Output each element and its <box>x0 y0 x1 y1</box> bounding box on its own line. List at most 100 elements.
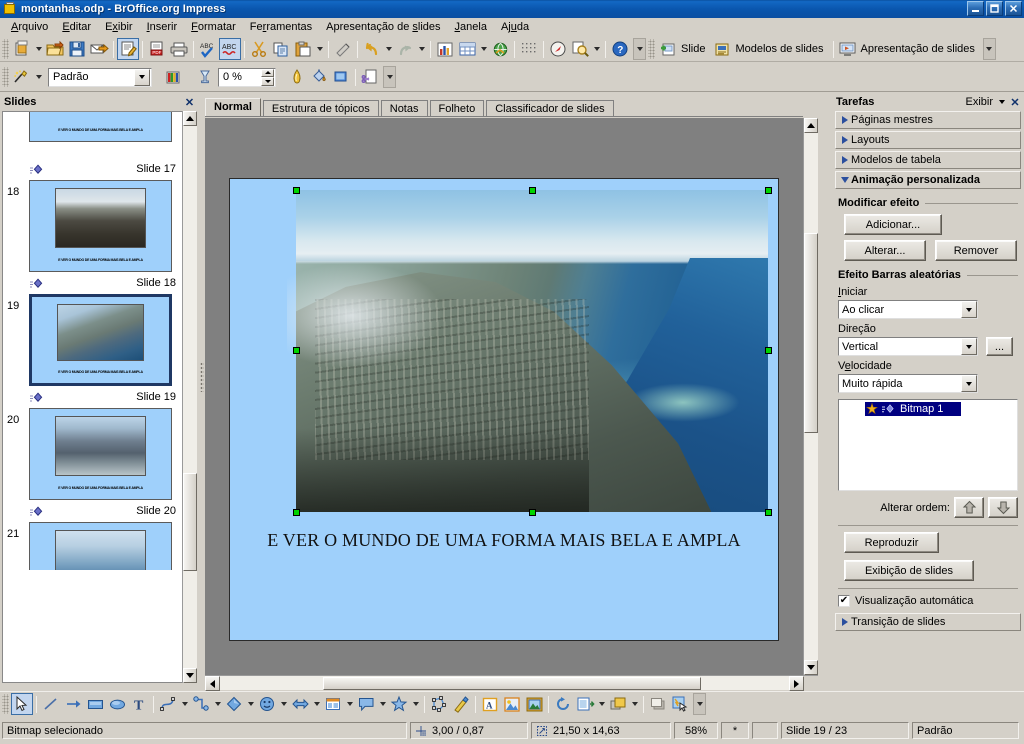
list-item[interactable]: 21 <box>3 522 179 570</box>
help-icon[interactable]: ? <box>609 38 631 60</box>
arrange-dropdown-icon[interactable] <box>629 693 640 715</box>
canvas-scroll-down-icon[interactable] <box>804 660 818 675</box>
canvas-scroll-left-icon[interactable] <box>205 676 220 691</box>
selection-handle-middle-right[interactable] <box>765 347 772 354</box>
menu-ferramentas[interactable]: Ferramentas <box>243 19 319 35</box>
tab-notas[interactable]: Notas <box>380 100 428 117</box>
remove-effect-button[interactable]: Remover <box>935 240 1017 261</box>
auto-preview-checkbox[interactable]: ✔ <box>838 595 850 607</box>
new-slide-icon[interactable] <box>657 38 679 60</box>
canvas-horizontal-scrollbar[interactable] <box>205 675 818 691</box>
move-up-button[interactable] <box>954 497 984 518</box>
speed-combo[interactable]: Muito rápida <box>838 374 978 393</box>
zoom-dropdown-icon[interactable] <box>591 38 602 60</box>
slides-scrollbar[interactable] <box>182 111 197 683</box>
line-icon[interactable] <box>40 693 62 715</box>
move-down-button[interactable] <box>988 497 1018 518</box>
hyperlink-icon[interactable] <box>489 38 511 60</box>
scrollbar-thumb[interactable] <box>183 473 197 571</box>
menu-ajuda[interactable]: Ajuda <box>494 19 536 35</box>
cut-icon[interactable] <box>248 38 270 60</box>
slide-thumbnail[interactable]: E VER O MUNDO DE UMA FORMA MAIS BELA E A… <box>29 408 172 500</box>
maximize-button[interactable] <box>986 1 1003 16</box>
fontwork-icon[interactable]: A <box>479 693 501 715</box>
3d-effects-icon[interactable] <box>330 66 352 88</box>
fill-color-icon[interactable] <box>162 66 184 88</box>
callout-dropdown-icon[interactable] <box>377 693 388 715</box>
table-dropdown-icon[interactable] <box>478 38 489 60</box>
line-style-icon[interactable] <box>11 66 33 88</box>
tasks-view-menu[interactable]: Exibir <box>965 96 996 108</box>
selection-handle-middle-left[interactable] <box>293 347 300 354</box>
scroll-up-icon[interactable] <box>183 111 197 126</box>
canvas-scroll-up-icon[interactable] <box>804 118 818 133</box>
new-document-dropdown-icon[interactable] <box>33 38 44 60</box>
canvas-vertical-scrollbar[interactable] <box>803 118 818 675</box>
block-arrows-dropdown-icon[interactable] <box>311 693 322 715</box>
save-icon[interactable] <box>66 38 88 60</box>
rotate-icon[interactable] <box>552 693 574 715</box>
stars-icon[interactable] <box>388 693 410 715</box>
slide-thumbnail[interactable]: E VER O MUNDO DE UMA FORMA MAIS BELA E A… <box>29 112 172 142</box>
curve-icon[interactable] <box>157 693 179 715</box>
send-email-icon[interactable] <box>88 38 110 60</box>
redo-dropdown-icon[interactable] <box>416 38 427 60</box>
undo-icon[interactable] <box>361 38 383 60</box>
toolbar-overflow-button[interactable] <box>633 38 646 60</box>
ellipse-icon[interactable] <box>106 693 128 715</box>
paste-icon[interactable] <box>292 38 314 60</box>
menu-apresentacao-de-slides[interactable]: Apresentação de slides <box>319 19 447 35</box>
autospellcheck-icon[interactable]: ABC <box>219 38 241 60</box>
connector-icon[interactable] <box>190 693 212 715</box>
gallery-icon[interactable] <box>523 693 545 715</box>
slide-thumbnail[interactable] <box>29 522 172 570</box>
slides-panel-close-icon[interactable]: ✕ <box>183 96 196 109</box>
task-section-modelos-de-tabela[interactable]: Modelos de tabela <box>835 151 1021 169</box>
toolbar-grip-2[interactable] <box>648 39 655 59</box>
block-arrows-icon[interactable] <box>289 693 311 715</box>
select-arrow-icon[interactable] <box>11 693 33 715</box>
play-button[interactable]: Reproduzir <box>844 532 939 553</box>
selection-handle-top-left[interactable] <box>293 187 300 194</box>
copy-icon[interactable] <box>270 38 292 60</box>
table-icon[interactable] <box>456 38 478 60</box>
selection-handle-bottom-center[interactable] <box>529 509 536 516</box>
slide-thumbnail[interactable]: E VER O MUNDO DE UMA FORMA MAIS BELA E A… <box>29 180 172 272</box>
transparency-stepper[interactable] <box>261 68 274 86</box>
symbol-shapes-icon[interactable] <box>256 693 278 715</box>
minimize-button[interactable] <box>967 1 984 16</box>
tasks-panel-close-icon[interactable]: ✕ <box>1008 96 1022 109</box>
tab-classificador-de-slides[interactable]: Classificador de slides <box>486 100 614 117</box>
direction-dropdown-icon[interactable] <box>961 338 977 355</box>
symbol-shapes-dropdown-icon[interactable] <box>278 693 289 715</box>
tab-folheto[interactable]: Folheto <box>429 100 485 117</box>
animation-effects-list[interactable]: Bitmap 1 <box>838 399 1018 491</box>
speed-dropdown-icon[interactable] <box>961 375 977 392</box>
slide-editing-canvas[interactable]: E VER O MUNDO DE UMA FORMA MAIS BELA E A… <box>205 118 803 675</box>
points-icon[interactable] <box>428 693 450 715</box>
drawbar-grip[interactable] <box>2 694 9 714</box>
arrow-line-icon[interactable] <box>62 693 84 715</box>
spellcheck-icon[interactable]: ABC <box>197 38 219 60</box>
task-section-animacao-personalizada[interactable]: Animação personalizada <box>835 171 1021 189</box>
glue-points-icon[interactable] <box>450 693 472 715</box>
effect-options-button[interactable]: ... <box>986 337 1013 356</box>
direction-combo[interactable]: Vertical <box>838 337 978 356</box>
alignment-dropdown-icon[interactable] <box>596 693 607 715</box>
line-style-dropdown-icon[interactable] <box>33 66 44 88</box>
start-combo[interactable]: Ao clicar <box>838 300 978 319</box>
start-slideshow-label[interactable]: Apresentação de slides <box>859 43 981 55</box>
task-section-transicao-de-slides[interactable]: Transição de slides <box>835 613 1021 631</box>
tab-normal[interactable]: Normal <box>205 98 261 117</box>
flowchart-dropdown-icon[interactable] <box>344 693 355 715</box>
crop-icon[interactable] <box>359 66 381 88</box>
slide-image-bitmap[interactable] <box>286 190 768 512</box>
slides-list[interactable]: E VER O MUNDO DE UMA FORMA MAIS BELA E A… <box>2 111 182 683</box>
selection-handle-bottom-right[interactable] <box>765 509 772 516</box>
task-section-paginas-mestres[interactable]: Páginas mestres <box>835 111 1021 129</box>
basic-shapes-dropdown-icon[interactable] <box>245 693 256 715</box>
selection-handle-top-center[interactable] <box>529 187 536 194</box>
undo-dropdown-icon[interactable] <box>383 38 394 60</box>
selection-handle-top-right[interactable] <box>765 187 772 194</box>
canvas-vscrollbar-thumb[interactable] <box>804 233 818 433</box>
